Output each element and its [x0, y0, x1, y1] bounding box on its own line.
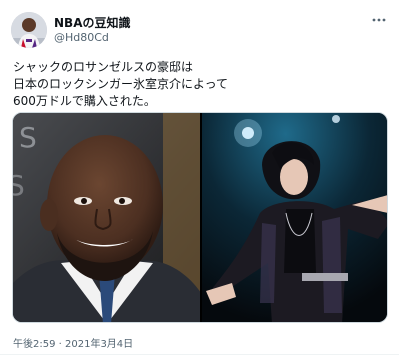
tweet-timestamp[interactable]: 午後2:59 · 2021年3月4日 [13, 335, 133, 350]
photo-shaquille-oneal: S S [13, 113, 200, 322]
more-horizontal-icon [372, 18, 386, 22]
media-grid: S S [12, 112, 388, 323]
tweet-text-line: シャックのロサンゼルスの豪邸は [13, 60, 194, 74]
photo-kyosuke-himuro-concert [202, 113, 387, 322]
display-name[interactable]: NBAの豆知識 [54, 14, 130, 31]
user-handle[interactable]: @Hd80Cd [54, 31, 109, 44]
tweet-card[interactable]: NBAの豆知識 @Hd80Cd シャックのロサンゼルスの豪邸は 日本のロックシン… [0, 0, 399, 361]
divider [0, 354, 399, 355]
tweet-text: シャックのロサンゼルスの豪邸は 日本のロックシンガー氷室京介によって 600万ド… [13, 59, 388, 110]
tweet-text-line: 日本のロックシンガー氷室京介によって [13, 77, 229, 91]
tweet-text-line: 600万ドルで購入された。 [13, 94, 156, 108]
avatar-image [11, 12, 47, 48]
svg-text:S: S [13, 169, 25, 202]
svg-text:S: S [19, 121, 37, 154]
media-photo-right[interactable] [202, 113, 387, 322]
avatar[interactable] [11, 12, 47, 48]
more-options-button[interactable] [369, 12, 389, 28]
media-photo-left[interactable]: S S [13, 113, 200, 322]
